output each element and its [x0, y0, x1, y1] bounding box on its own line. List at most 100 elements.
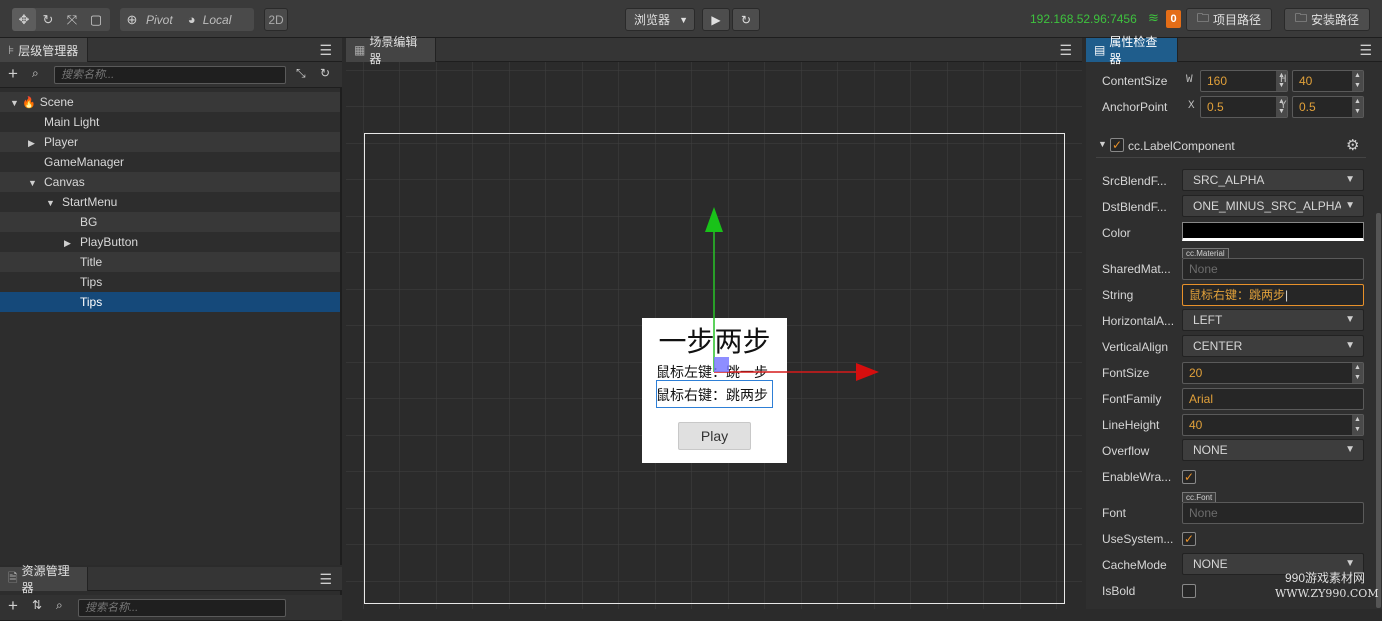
label-component-header[interactable]: ▼ ✓ cc.LabelComponent ⚙: [1096, 134, 1366, 158]
play-preview-button[interactable]: ▶: [702, 8, 730, 31]
chevron-down-icon: ▼: [1345, 340, 1355, 351]
add-asset-icon[interactable]: +: [8, 596, 18, 616]
anchor-point-label: AnchorPoint: [1102, 100, 1168, 114]
start-menu-bg[interactable]: 一步两步 鼠标左键：跳一步 鼠标右键：跳两步 Play: [642, 318, 787, 463]
font-family-label: FontFamily: [1102, 392, 1162, 406]
enable-wrap-checkbox[interactable]: ✓: [1182, 470, 1196, 484]
tips-right-label[interactable]: 鼠标右键：跳两步: [656, 385, 786, 405]
local-label[interactable]: Local: [201, 13, 242, 27]
play-button[interactable]: Play: [678, 422, 751, 450]
tree-node[interactable]: ▶ PlayButton: [0, 232, 340, 252]
tree-node-label: Tips: [80, 275, 103, 289]
anchor-x-field[interactable]: 0.5 ▲ ▼: [1200, 96, 1288, 118]
h-align-label: HorizontalA...: [1102, 314, 1175, 328]
overflow-select[interactable]: NONE ▼: [1182, 439, 1364, 461]
src-blend-select[interactable]: SRC_ALPHA ▼: [1182, 169, 1364, 191]
tree-node[interactable]: ▼ StartMenu: [0, 192, 340, 212]
assets-search-bar: + ⇅ ⌕ 搜索名称...: [0, 595, 342, 621]
move-tool-icon[interactable]: ✥: [12, 8, 36, 31]
expand-down-icon[interactable]: ▼: [10, 93, 22, 113]
local-icon[interactable]: ◕: [183, 8, 201, 31]
anchor-y-field[interactable]: 0.5 ▲ ▼: [1292, 96, 1364, 118]
expand-right-icon[interactable]: ▶: [64, 233, 76, 253]
inspector-tab-bar: ▤ 属性检查器 ☰: [1086, 35, 1382, 66]
gear-icon[interactable]: ⚙: [1346, 136, 1359, 154]
menu-icon[interactable]: ☰: [319, 42, 332, 59]
v-align-select[interactable]: CENTER ▼: [1182, 335, 1364, 357]
tree-node[interactable]: Title: [0, 252, 340, 272]
expand-down-icon[interactable]: ▼: [28, 173, 40, 193]
assets-search-input[interactable]: 搜索名称...: [78, 599, 286, 617]
is-bold-checkbox[interactable]: ✓: [1182, 584, 1196, 598]
tree-node[interactable]: GameManager: [0, 152, 340, 172]
sort-icon[interactable]: ⇅: [32, 598, 42, 612]
content-size-h-field[interactable]: 40 ▲ ▼: [1292, 70, 1364, 92]
shared-mat-label: SharedMat...: [1102, 262, 1171, 276]
tree-node[interactable]: ▼ Canvas: [0, 172, 340, 192]
pivot-icon[interactable]: ⊕: [120, 8, 144, 31]
stepper-icon[interactable]: ▲ ▼: [1352, 415, 1363, 435]
hierarchy-search-input[interactable]: 搜索名称...: [54, 66, 286, 84]
inspector-scrollbar[interactable]: [1376, 213, 1381, 608]
overflow-value: NONE: [1193, 443, 1228, 457]
chevron-down-icon[interactable]: ▼: [1098, 139, 1107, 149]
cache-mode-value: NONE: [1193, 557, 1228, 571]
font-size-field[interactable]: 20 ▲ ▼: [1182, 362, 1364, 384]
v-align-value: CENTER: [1193, 339, 1243, 353]
shared-mat-field[interactable]: None: [1182, 258, 1364, 280]
scale-tool-icon[interactable]: ⤧: [60, 8, 84, 31]
search-icon: ⌕: [56, 598, 63, 612]
stepper-icon[interactable]: ▲ ▼: [1352, 97, 1363, 117]
content-size-w-field[interactable]: 160 ▲ ▼: [1200, 70, 1288, 92]
menu-icon[interactable]: ☰: [319, 571, 332, 588]
line-height-field[interactable]: 40 ▲ ▼: [1182, 414, 1364, 436]
refresh-icon[interactable]: ↻: [320, 66, 330, 80]
preview-platform-select[interactable]: 浏览器 ▼: [625, 8, 695, 31]
tree-node[interactable]: Tips: [0, 272, 340, 292]
add-node-icon[interactable]: +: [8, 64, 18, 84]
notification-badge[interactable]: 0: [1166, 10, 1181, 28]
server-ip[interactable]: 192.168.52.96:7456: [1030, 12, 1137, 26]
tree-node[interactable]: ▼ 🔥 Scene: [0, 92, 340, 112]
project-path-button[interactable]: 🗀 项目路径: [1186, 8, 1272, 31]
collapse-icon[interactable]: ⤡: [296, 66, 306, 81]
font-field[interactable]: None: [1182, 502, 1364, 524]
refresh-button[interactable]: ↻: [732, 8, 760, 31]
stepper-icon[interactable]: ▲ ▼: [1352, 71, 1363, 91]
mode-2d-button[interactable]: 2D: [264, 8, 288, 31]
use-system-font-checkbox[interactable]: ✓: [1182, 532, 1196, 546]
tab-assets[interactable]: 🗎 资源管理器: [0, 564, 88, 595]
font-family-field[interactable]: Arial: [1182, 388, 1364, 410]
scene-editor-panel: ▦ 场景编辑器 ☰ 一步两步 鼠标左键：跳一步 鼠标右键：跳两步 Play: [346, 35, 1082, 609]
chevron-down-icon: ▼: [1345, 174, 1355, 185]
hierarchy-search-bar: + ⌕ 搜索名称... ⤡ ↻: [0, 62, 342, 88]
dst-blend-select[interactable]: ONE_MINUS_SRC_ALPHA ▼: [1182, 195, 1364, 217]
pivot-label[interactable]: Pivot: [144, 13, 183, 27]
search-icon: ⌕: [32, 66, 39, 80]
tab-hierarchy[interactable]: ⊧ 层级管理器: [0, 38, 88, 62]
rect-tool-icon[interactable]: ▢: [84, 8, 108, 31]
tab-inspector[interactable]: ▤ 属性检查器: [1086, 35, 1178, 66]
menu-icon[interactable]: ☰: [1059, 42, 1072, 59]
tree-node[interactable]: Main Light: [0, 112, 340, 132]
component-enabled-checkbox[interactable]: ✓: [1110, 138, 1124, 152]
tree-node[interactable]: BG: [0, 212, 340, 232]
color-swatch[interactable]: [1182, 222, 1364, 241]
scene-viewport[interactable]: 一步两步 鼠标左键：跳一步 鼠标右键：跳两步 Play: [346, 62, 1082, 609]
menu-icon[interactable]: ☰: [1359, 42, 1372, 59]
install-path-button[interactable]: 🗀 安装路径: [1284, 8, 1370, 31]
expand-down-icon[interactable]: ▼: [46, 193, 58, 213]
game-title[interactable]: 一步两步: [642, 320, 787, 360]
tips-left-label[interactable]: 鼠标左键：跳一步: [656, 362, 786, 382]
overflow-label: Overflow: [1102, 444, 1150, 458]
tree-node[interactable]: Tips: [0, 292, 340, 312]
rotate-tool-icon[interactable]: ↻: [36, 8, 60, 31]
expand-right-icon[interactable]: ▶: [28, 133, 40, 153]
folder-icon: 🗀: [1294, 11, 1307, 25]
anchor-x-value: 0.5: [1207, 100, 1224, 114]
tab-scene-editor[interactable]: ▦ 场景编辑器: [346, 35, 436, 66]
string-input[interactable]: 鼠标右键：跳两步|: [1182, 284, 1364, 306]
tree-node[interactable]: ▶ Player: [0, 132, 340, 152]
stepper-icon[interactable]: ▲ ▼: [1352, 363, 1363, 383]
h-align-select[interactable]: LEFT ▼: [1182, 309, 1364, 331]
